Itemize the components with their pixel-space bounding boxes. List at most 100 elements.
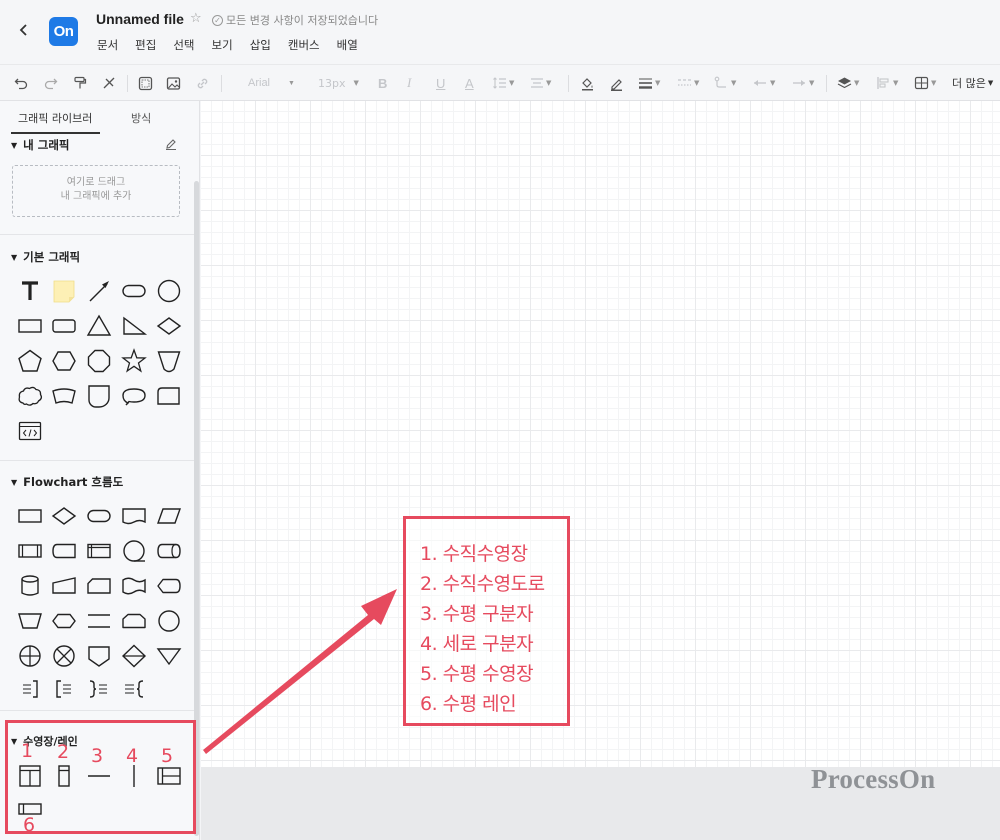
right-triangle-shape[interactable] — [120, 312, 148, 340]
delay-shape[interactable] — [85, 382, 113, 410]
toolbar-divider — [221, 75, 222, 92]
sequential-data-icon — [123, 540, 145, 562]
annotation-right-shape[interactable] — [16, 675, 44, 703]
align-icon[interactable]: ▼ — [530, 74, 551, 92]
manual-input-shape[interactable] — [50, 572, 78, 600]
bold-icon[interactable]: B — [378, 74, 387, 92]
line-height-icon[interactable]: ▼ — [492, 74, 514, 92]
brace-right-shape[interactable] — [120, 675, 148, 703]
punched-tape-shape[interactable] — [120, 572, 148, 600]
right-triangle-icon — [123, 316, 148, 335]
font-size-select[interactable]: 13px ▼ — [318, 74, 359, 92]
insert-graphic-icon[interactable] — [138, 74, 153, 92]
line-width-icon[interactable]: ▼ — [638, 74, 660, 92]
hexagon-shape[interactable] — [50, 347, 78, 375]
terminator-shape[interactable] — [85, 502, 113, 530]
sort-shape[interactable] — [120, 642, 148, 670]
arrow-start-icon[interactable]: ▼ — [752, 74, 775, 92]
process-shape[interactable] — [16, 502, 44, 530]
sequential-data-shape[interactable] — [120, 537, 148, 565]
more-tools-button[interactable]: 더 많은 ▼ — [952, 74, 993, 92]
preparation-shape[interactable] — [50, 607, 78, 635]
clear-format-icon[interactable] — [102, 74, 116, 92]
circle-shape[interactable] — [155, 277, 183, 305]
diamond-shape[interactable] — [155, 312, 183, 340]
star-icon[interactable]: ☆ — [190, 11, 202, 26]
menu-document[interactable]: 문서 — [97, 37, 118, 53]
manual-operation-shape[interactable] — [16, 607, 44, 635]
off-page-connector-shape[interactable] — [85, 642, 113, 670]
edit-icon[interactable] — [165, 138, 177, 153]
internal-storage-shape[interactable] — [85, 537, 113, 565]
document-shape[interactable] — [120, 502, 148, 530]
note-shape[interactable] — [50, 277, 78, 305]
format-painter-icon[interactable] — [73, 74, 87, 92]
arrow-line-shape[interactable] — [85, 277, 113, 305]
undo-icon[interactable] — [14, 74, 28, 92]
text-shape[interactable] — [16, 277, 44, 305]
tab-graphic-library[interactable]: 그래픽 라이브러 — [18, 110, 92, 126]
html-embed-shape[interactable] — [16, 417, 44, 445]
speech-bubble-shape[interactable] — [120, 382, 148, 410]
database-shape[interactable] — [16, 572, 44, 600]
section-flowchart[interactable]: ▼ Flowchart 흐름도 — [11, 474, 123, 490]
annotation-left-shape[interactable] — [50, 675, 78, 703]
data-shape[interactable] — [155, 502, 183, 530]
line-color-icon[interactable] — [609, 74, 624, 92]
line-style-icon[interactable]: ▼ — [677, 74, 699, 92]
check-circle-icon: ✓ — [212, 14, 223, 26]
or-shape[interactable] — [16, 642, 44, 670]
italic-icon[interactable]: I — [407, 74, 411, 92]
stored-data-shape[interactable] — [50, 537, 78, 565]
fill-color-icon[interactable] — [580, 74, 595, 92]
menu-select[interactable]: 선택 — [173, 37, 194, 53]
table-icon[interactable]: ▼ — [914, 74, 936, 92]
section-my-graphics[interactable]: ▼ 내 그래픽 — [11, 137, 69, 153]
font-color-icon[interactable]: A — [465, 74, 474, 92]
menu-edit[interactable]: 편집 — [135, 37, 156, 53]
triangle-shape[interactable] — [85, 312, 113, 340]
chevron-left-icon — [19, 24, 27, 36]
rectangle-shape[interactable] — [16, 312, 44, 340]
back-button[interactable] — [14, 18, 34, 42]
card-flow-shape[interactable] — [85, 572, 113, 600]
link-icon[interactable] — [195, 74, 210, 92]
font-family-select[interactable]: Arial ▼ — [248, 74, 295, 92]
align-objects-icon[interactable]: ▼ — [876, 74, 898, 92]
underline-icon[interactable]: U — [436, 74, 445, 92]
star-shape[interactable] — [120, 347, 148, 375]
arrow-end-icon[interactable]: ▼ — [791, 74, 814, 92]
rounded-rect-shape[interactable] — [50, 312, 78, 340]
layer-icon[interactable]: ▼ — [837, 74, 859, 92]
cloud-shape[interactable] — [16, 382, 44, 410]
loop-limit-shape[interactable] — [120, 607, 148, 635]
card-shape[interactable] — [155, 382, 183, 410]
wave-banner-shape[interactable] — [50, 382, 78, 410]
pentagon-shape[interactable] — [16, 347, 44, 375]
decision-shape[interactable] — [50, 502, 78, 530]
app-logo[interactable]: On — [49, 17, 78, 46]
tab-style[interactable]: 방식 — [131, 110, 151, 126]
direct-data-shape[interactable] — [155, 537, 183, 565]
connector-icon[interactable]: ▼ — [714, 74, 736, 92]
connector-shape[interactable] — [155, 607, 183, 635]
section-basic-graphics[interactable]: ▼ 기본 그래픽 — [11, 249, 80, 265]
menu-canvas[interactable]: 캔버스 — [288, 37, 320, 53]
display-shape[interactable] — [155, 572, 183, 600]
my-graphics-dropzone[interactable]: 여기로 드래그 내 그래픽에 추가 — [12, 165, 180, 217]
image-icon[interactable] — [166, 74, 181, 92]
inverted-shield-shape[interactable] — [155, 347, 183, 375]
octagon-shape[interactable] — [85, 347, 113, 375]
menu-arrange[interactable]: 배열 — [337, 37, 358, 53]
menu-insert[interactable]: 삽입 — [250, 37, 271, 53]
summing-junction-shape[interactable] — [50, 642, 78, 670]
rounded-rectangle-shape[interactable] — [120, 277, 148, 305]
menu-view[interactable]: 보기 — [212, 37, 233, 53]
brace-left-shape[interactable] — [85, 675, 113, 703]
merge-shape[interactable] — [155, 642, 183, 670]
redo-icon[interactable] — [44, 74, 58, 92]
drawing-canvas[interactable] — [201, 101, 1000, 767]
predefined-process-shape[interactable] — [16, 537, 44, 565]
file-name[interactable]: Unnamed file — [96, 11, 184, 27]
parallel-mode-shape[interactable] — [85, 607, 113, 635]
